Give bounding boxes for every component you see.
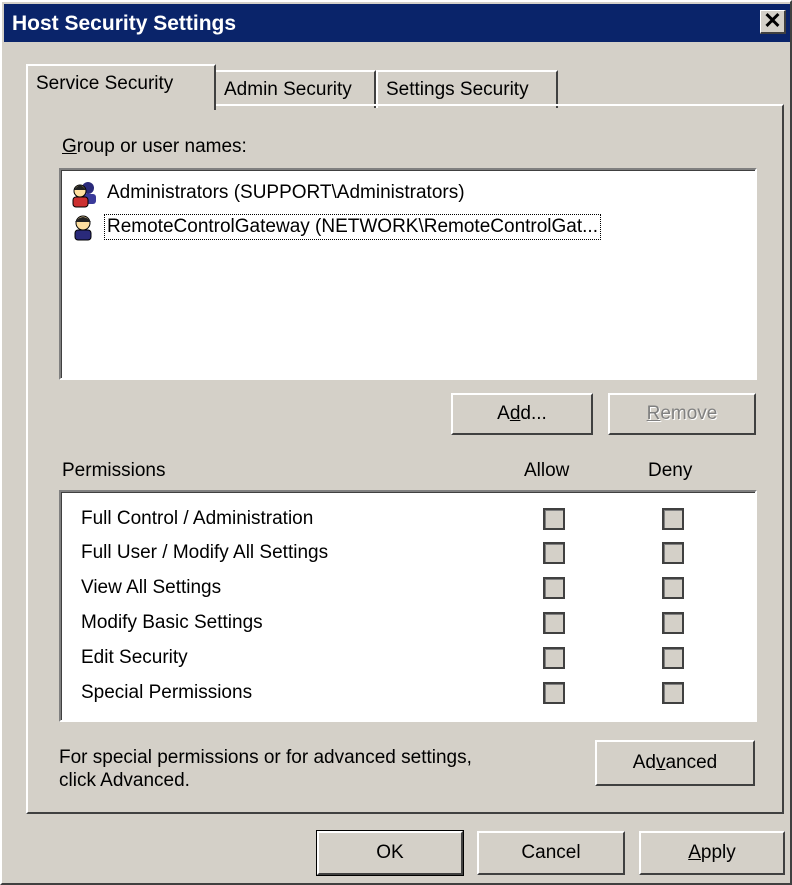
dialog-window: Host Security Settings ✕ Service Securit…	[0, 0, 792, 885]
tab-admin-security[interactable]: Admin Security	[214, 70, 376, 108]
tab-label: Service Security	[36, 73, 174, 94]
cancel-button-label: Cancel	[521, 842, 581, 863]
close-button[interactable]: ✕	[760, 10, 786, 34]
ok-button-label: OK	[376, 842, 404, 863]
ok-button[interactable]: OK	[316, 830, 464, 876]
window-title: Host Security Settings	[12, 12, 237, 35]
tab-service-security[interactable]: Service Security	[26, 64, 216, 110]
tab-settings-security[interactable]: Settings Security	[376, 70, 558, 108]
apply-button[interactable]: Apply	[639, 831, 785, 875]
tab-panel	[26, 104, 784, 814]
cancel-button[interactable]: Cancel	[477, 831, 625, 875]
tab-label: Settings Security	[386, 79, 529, 100]
tab-label: Admin Security	[224, 79, 352, 100]
close-icon: ✕	[763, 8, 782, 33]
apply-button-label: Apply	[688, 842, 736, 863]
title-bar[interactable]: Host Security Settings ✕	[4, 4, 790, 42]
